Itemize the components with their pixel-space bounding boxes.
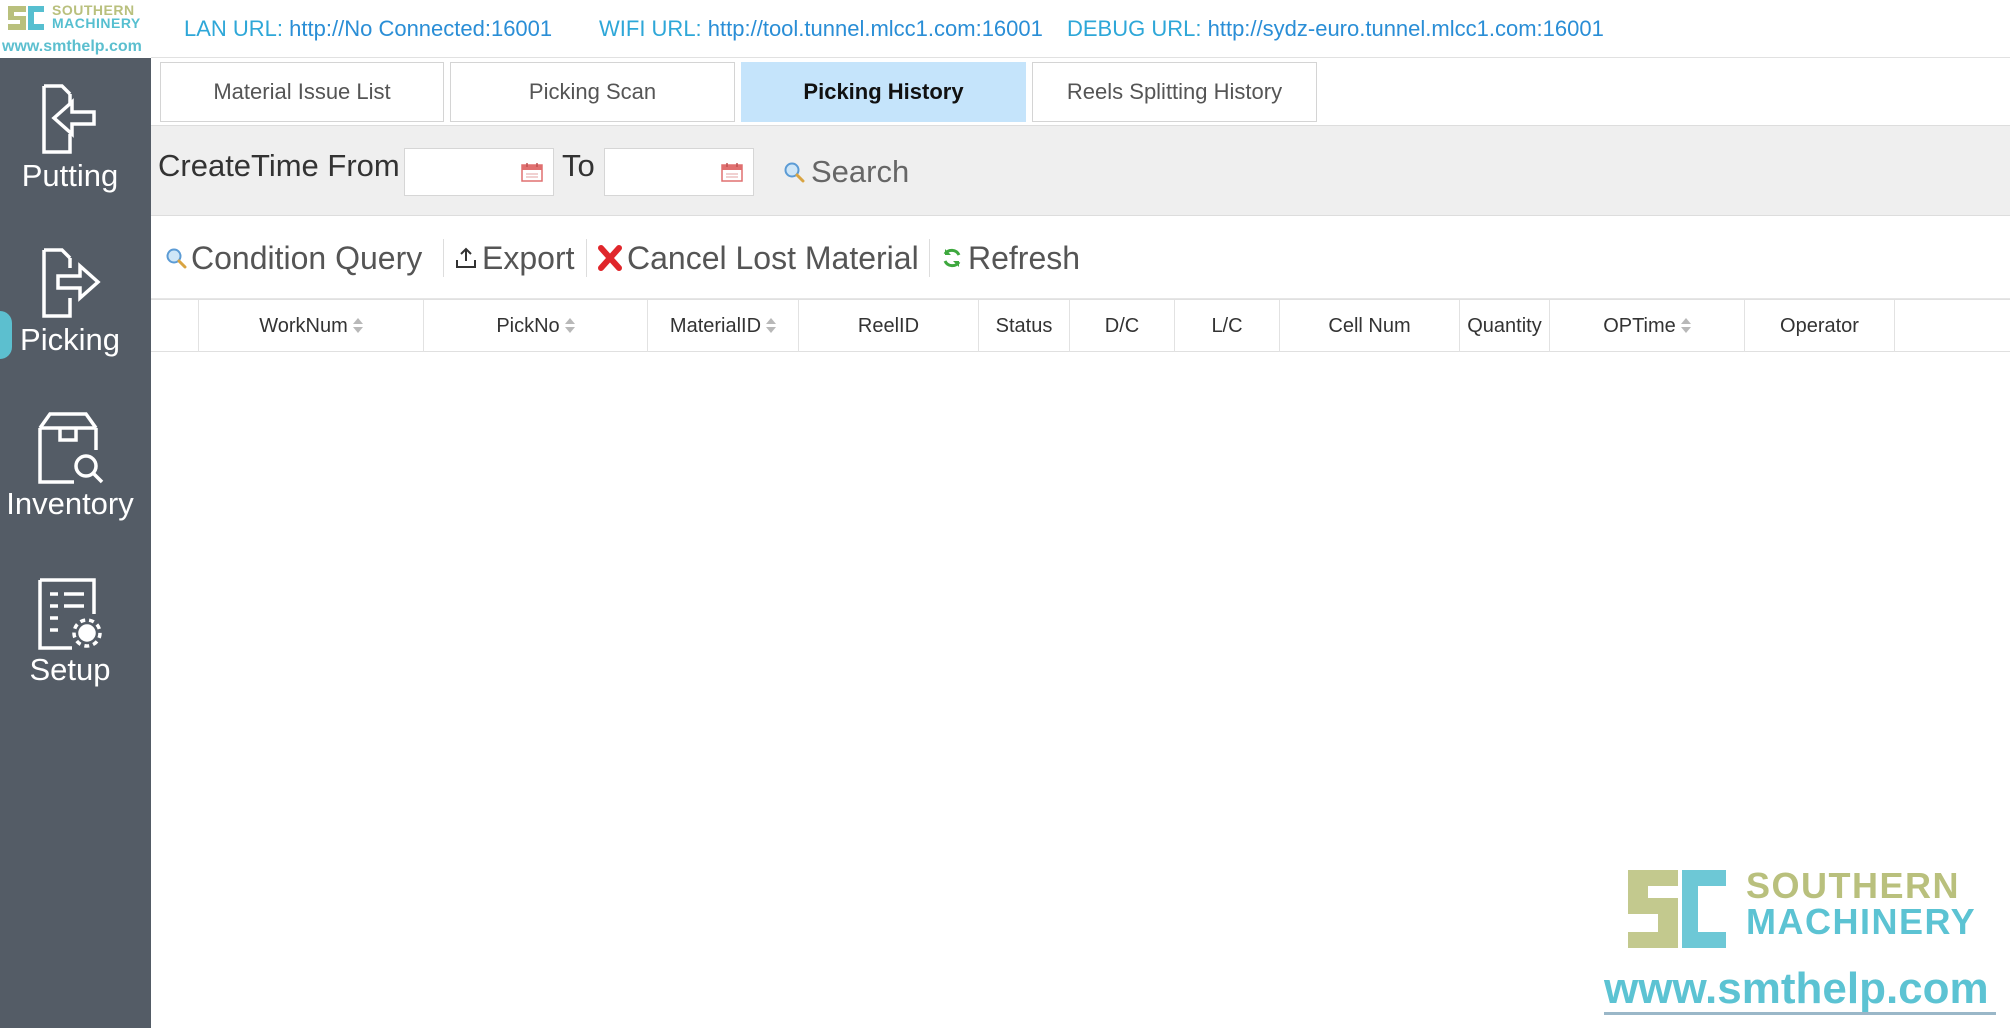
search-button-label: Search xyxy=(811,154,910,189)
sidebar-item-setup[interactable]: Setup xyxy=(0,576,151,726)
tab-reels-splitting-history[interactable]: Reels Splitting History xyxy=(1032,62,1317,122)
column-header-reelid[interactable]: ReelID xyxy=(799,300,979,352)
sidebar-item-label: Picking xyxy=(20,322,120,357)
column-header-label: WorkNum xyxy=(259,314,348,337)
createtime-to-input[interactable] xyxy=(605,149,715,195)
column-header-pickno[interactable]: PickNo xyxy=(424,300,648,352)
watermark-line1: SOUTHERN xyxy=(1746,865,1961,906)
watermark-website: www.smthelp.com xyxy=(1604,964,1989,1013)
picking-icon xyxy=(42,248,101,318)
column-header-quantity[interactable]: Quantity xyxy=(1460,300,1550,352)
sidebar-item-inventory[interactable]: Inventory xyxy=(0,410,151,560)
refresh-button[interactable]: Refresh xyxy=(940,235,1080,281)
createtime-to-field[interactable] xyxy=(604,148,754,196)
debug-url-value: http://sydz-euro.tunnel.mlcc1.com:16001 xyxy=(1207,16,1604,41)
column-header-lc[interactable]: L/C xyxy=(1175,300,1280,352)
column-header-label: L/C xyxy=(1211,314,1243,337)
sidebar-item-picking[interactable]: Picking xyxy=(0,246,151,396)
wifi-url-value: http://tool.tunnel.mlcc1.com:16001 xyxy=(707,16,1043,41)
export-icon xyxy=(456,247,476,268)
column-header-label: Cell Num xyxy=(1328,314,1411,337)
calendar-icon[interactable] xyxy=(721,162,743,182)
export-label: Export xyxy=(482,239,575,276)
tab-material-issue-list[interactable]: Material Issue List xyxy=(160,62,444,122)
wifi-url: WIFI URL: http://tool.tunnel.mlcc1.com:1… xyxy=(599,16,1043,42)
watermark: SOUTHERN MACHINERY www.smthelp.com xyxy=(1600,858,2010,1028)
sidebar-item-label: Setup xyxy=(29,652,111,687)
column-header-status[interactable]: Status xyxy=(979,300,1070,352)
column-header-label: ReelID xyxy=(857,314,920,337)
sidebar-logo: SOUTHERN MACHINERY www.smthelp.com xyxy=(0,0,151,58)
wifi-url-label: WIFI URL: xyxy=(599,16,702,41)
createtime-from-field[interactable] xyxy=(404,148,554,196)
createtime-from-label: CreateTime From xyxy=(158,148,400,183)
column-header-worknum[interactable]: WorkNum xyxy=(199,300,424,352)
tab-picking-scan[interactable]: Picking Scan xyxy=(450,62,735,122)
sidebar: SOUTHERN MACHINERY www.smthelp.com Putti… xyxy=(0,0,151,1028)
sort-icon xyxy=(766,318,777,334)
southern-machinery-logo-icon xyxy=(1628,870,1726,948)
column-header-label: MaterialID xyxy=(669,314,762,337)
table-header: WorkNum PickNo MaterialID ReelID Status … xyxy=(151,299,2010,352)
column-header-dc[interactable]: D/C xyxy=(1070,300,1175,352)
lan-url: LAN URL: http://No Connected:16001 xyxy=(184,16,552,42)
column-header-optime[interactable]: OPTime xyxy=(1550,300,1745,352)
column-header-label: D/C xyxy=(1104,314,1140,337)
column-header-operator[interactable]: Operator xyxy=(1745,300,1895,352)
search-icon xyxy=(166,248,187,269)
sort-icon xyxy=(1680,318,1691,334)
cancel-x-icon xyxy=(598,245,622,271)
column-header-materialid[interactable]: MaterialID xyxy=(648,300,799,352)
toolbar-divider xyxy=(586,239,587,277)
column-header-label: OPTime xyxy=(1603,314,1676,337)
search-bar: CreateTime From To Search xyxy=(151,126,2010,216)
cancel-lost-material-button[interactable]: Cancel Lost Material xyxy=(597,235,919,281)
export-button[interactable]: Export xyxy=(454,235,574,281)
column-header-label: Operator xyxy=(1780,314,1859,337)
debug-url-label: DEBUG URL: xyxy=(1067,16,1202,41)
search-button[interactable]: Search xyxy=(783,152,909,192)
refresh-icon xyxy=(943,248,961,268)
logo-website: www.smthelp.com xyxy=(2,38,142,55)
sidebar-item-label: Inventory xyxy=(6,486,134,521)
inventory-icon xyxy=(38,412,104,484)
logo-line2: MACHINERY xyxy=(52,15,141,31)
column-header-cell-num[interactable]: Cell Num xyxy=(1280,300,1460,352)
toolbar-divider xyxy=(443,239,444,277)
condition-query-button[interactable]: Condition Query xyxy=(165,235,422,281)
tab-picking-history[interactable]: Picking History xyxy=(741,62,1026,122)
app-window: SOUTHERN MACHINERY www.smthelp.com Putti… xyxy=(0,0,2010,1028)
to-label: To xyxy=(562,148,595,183)
search-icon xyxy=(784,162,805,183)
sort-icon xyxy=(352,318,363,334)
tab-bar: Material Issue List Picking Scan Picking… xyxy=(151,58,2010,126)
refresh-label: Refresh xyxy=(968,239,1081,276)
watermark-underline xyxy=(1604,1012,1996,1015)
createtime-from-input[interactable] xyxy=(405,149,515,195)
sort-icon xyxy=(564,318,575,334)
condition-query-label: Condition Query xyxy=(191,239,423,276)
column-header-label: Status xyxy=(995,314,1053,337)
column-header-checkbox[interactable] xyxy=(151,300,199,352)
putting-icon xyxy=(42,84,96,154)
cancel-lost-material-label: Cancel Lost Material xyxy=(627,239,919,276)
toolbar: Condition Query Export Cancel Lost Mater… xyxy=(151,217,2010,299)
calendar-icon[interactable] xyxy=(521,162,543,182)
toolbar-divider xyxy=(929,239,930,277)
sidebar-item-label: Putting xyxy=(21,158,119,193)
url-bar: LAN URL: http://No Connected:16001 WIFI … xyxy=(151,0,2010,58)
watermark-line2: MACHINERY xyxy=(1746,901,1977,942)
debug-url: DEBUG URL: http://sydz-euro.tunnel.mlcc1… xyxy=(1067,16,1604,42)
column-header-label: Quantity xyxy=(1467,314,1542,337)
southern-machinery-logo-icon xyxy=(8,6,44,30)
setup-icon xyxy=(38,578,102,650)
lan-url-value: http://No Connected:16001 xyxy=(289,16,553,41)
column-header-label: PickNo xyxy=(496,314,560,337)
sidebar-item-putting[interactable]: Putting xyxy=(0,82,151,232)
lan-url-label: LAN URL: xyxy=(184,16,284,41)
